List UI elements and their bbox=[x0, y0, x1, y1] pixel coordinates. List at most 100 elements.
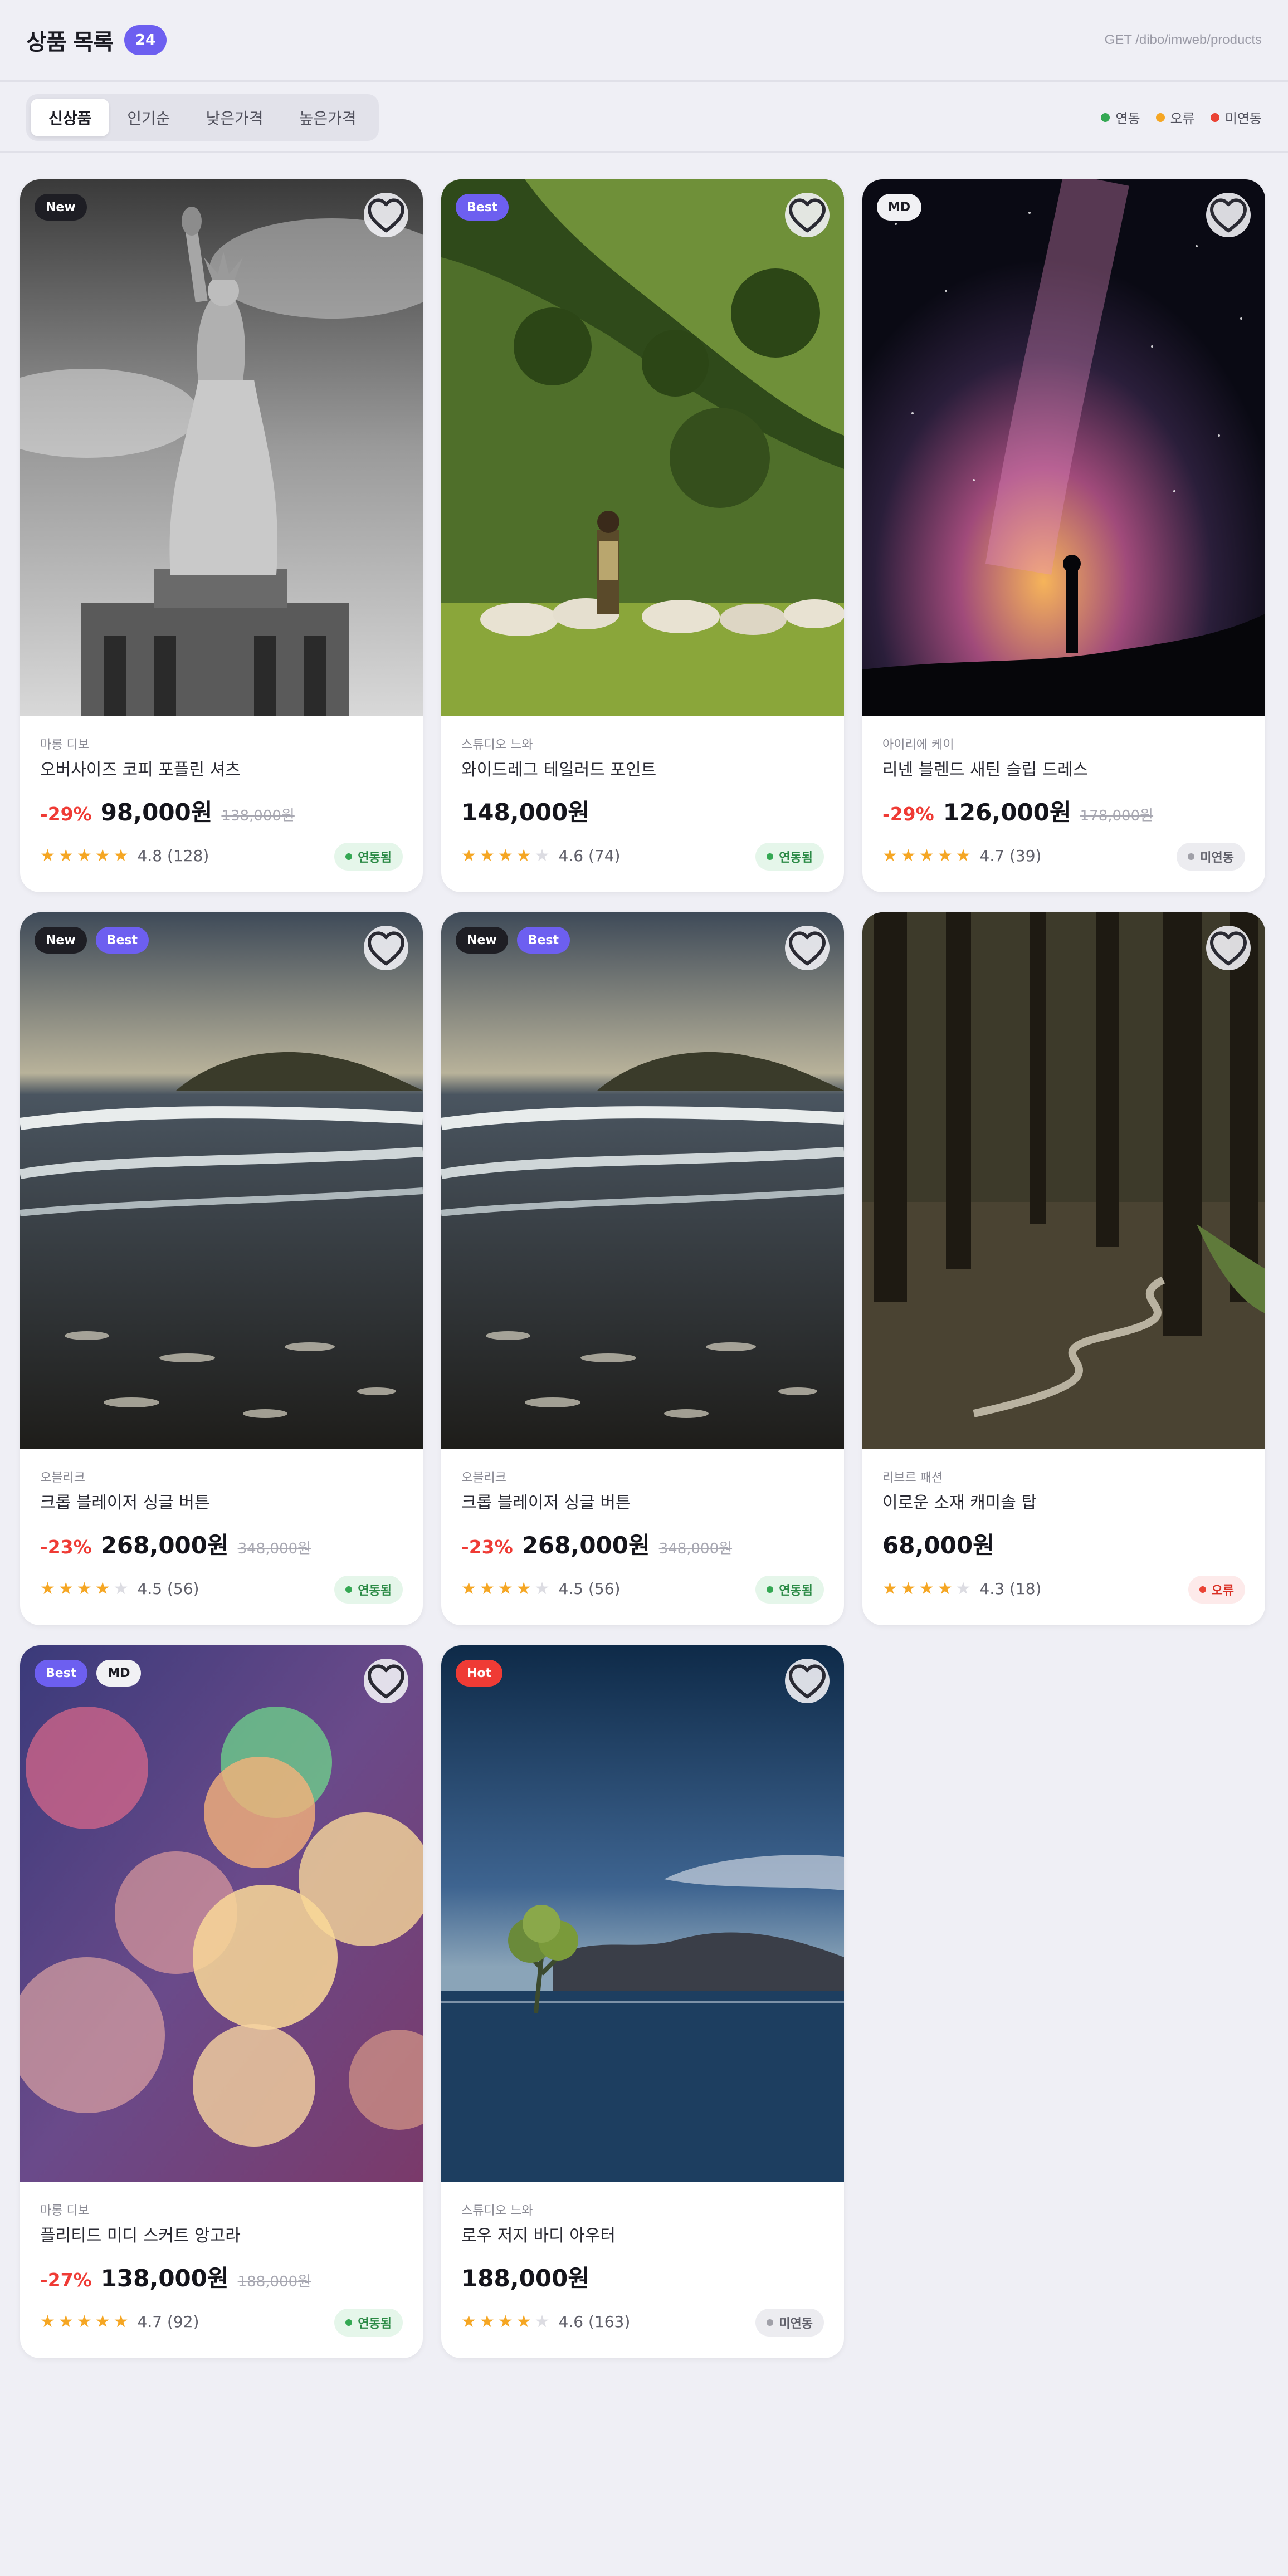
heart-icon bbox=[368, 1664, 404, 1699]
star-icon: ★ bbox=[40, 1579, 58, 1599]
wishlist-button[interactable] bbox=[364, 926, 408, 970]
wishlist-button[interactable] bbox=[364, 193, 408, 237]
star-rating-icon: ★★★★★ bbox=[461, 2312, 553, 2331]
legend-label: 오류 bbox=[1170, 111, 1195, 126]
wishlist-button[interactable] bbox=[785, 193, 830, 237]
price-row: -29% 126,000원 178,000원 bbox=[882, 794, 1153, 828]
legend-item: 오류 bbox=[1155, 107, 1195, 127]
product-card[interactable]: New 마롱 디보 오버사이즈 코피 포플린 셔츠 -29% 98,000원 138,00… bbox=[20, 179, 423, 892]
legend-dot-icon bbox=[1155, 113, 1165, 122]
star-icon: ★ bbox=[76, 846, 95, 866]
product-info: 오블리크 크롭 블레이저 싱글 버튼 -23% 268,000원 348,000원 ★★★… bbox=[461, 1449, 824, 1625]
status-dot-icon bbox=[345, 1586, 353, 1593]
wishlist-button[interactable] bbox=[1206, 193, 1251, 237]
product-badge: MD bbox=[877, 194, 922, 221]
star-icon: ★ bbox=[937, 1579, 956, 1599]
wishlist-button[interactable] bbox=[364, 1659, 408, 1703]
star-icon: ★ bbox=[919, 1579, 938, 1599]
product-card[interactable]: Hot 스튜디오 느와 로우 저지 바디 아우터 188,000원 ★★★★★ 4.6 (… bbox=[441, 1645, 844, 2358]
sync-status-badge: 미연동 bbox=[1177, 843, 1245, 871]
heart-icon bbox=[789, 931, 826, 966]
product-name[interactable]: 이로운 소재 캐미솔 탑 bbox=[882, 1489, 1037, 1513]
star-icon: ★ bbox=[58, 846, 77, 866]
product-image[interactable]: Best MD bbox=[20, 1645, 423, 2182]
original-price: 138,000원 bbox=[221, 808, 295, 824]
product-image[interactable]: New Best bbox=[441, 912, 844, 1449]
original-price: 348,000원 bbox=[658, 1541, 733, 1557]
wishlist-button[interactable] bbox=[1206, 926, 1251, 970]
product-name[interactable]: 와이드레그 테일러드 포인트 bbox=[461, 756, 656, 780]
tab-3[interactable]: 높은가격 bbox=[281, 99, 374, 136]
rating-text: 4.6 (163) bbox=[558, 2313, 631, 2331]
product-image[interactable]: New Best bbox=[20, 912, 423, 1449]
star-icon: ★ bbox=[479, 2312, 498, 2331]
product-badge: Best bbox=[516, 927, 570, 954]
sale-price: 68,000원 bbox=[882, 1532, 994, 1559]
star-icon: ★ bbox=[516, 2312, 535, 2331]
star-icon: ★ bbox=[497, 846, 516, 866]
product-image[interactable]: MD bbox=[862, 179, 1265, 716]
sync-status-badge: 연동됨 bbox=[334, 1576, 403, 1604]
star-icon: ★ bbox=[534, 846, 553, 866]
product-info: 마롱 디보 플리티드 미디 스커트 앙고라 -27% 138,000원 188,000원… bbox=[40, 2182, 403, 2358]
product-name[interactable]: 리넨 블렌드 새틴 슬립 드레스 bbox=[882, 756, 1088, 780]
sync-status-badge: 연동됨 bbox=[334, 843, 403, 871]
sync-status-label: 미연동 bbox=[1200, 851, 1234, 865]
star-icon: ★ bbox=[955, 1579, 974, 1599]
star-icon: ★ bbox=[95, 2312, 114, 2331]
product-badge: Best bbox=[95, 927, 149, 954]
rating-text: 4.6 (74) bbox=[558, 847, 621, 865]
product-name[interactable]: 플리티드 미디 스커트 앙고라 bbox=[40, 2222, 241, 2246]
wishlist-button[interactable] bbox=[785, 926, 830, 970]
product-info: 스튜디오 느와 와이드레그 테일러드 포인트 148,000원 ★★★★★ 4.6 (7… bbox=[461, 716, 824, 892]
legend-dot-icon bbox=[1210, 113, 1219, 122]
product-image[interactable]: Best bbox=[441, 179, 844, 716]
tab-1[interactable]: 인기순 bbox=[109, 99, 188, 136]
rating-row: ★★★★★ 4.7 (39) bbox=[882, 846, 1041, 866]
product-card[interactable]: Best MD 마롱 디보 플리티드 미디 스커트 앙고라 -27% 138,000원 18… bbox=[20, 1645, 423, 2358]
sale-price: 126,000원 bbox=[943, 799, 1071, 826]
badge-group: MD bbox=[877, 194, 922, 221]
product-info: 오블리크 크롭 블레이저 싱글 버튼 -23% 268,000원 348,000원 ★★★… bbox=[40, 1449, 403, 1625]
product-card[interactable]: New Best 오블리크 크롭 블레이저 싱글 버튼 -23% 268,000원 348,… bbox=[20, 912, 423, 1625]
tab-0[interactable]: 신상품 bbox=[31, 98, 110, 136]
product-image[interactable]: New bbox=[20, 179, 423, 716]
rating-text: 4.3 (18) bbox=[979, 1580, 1042, 1598]
star-rating-icon: ★★★★★ bbox=[882, 1579, 974, 1599]
product-name[interactable]: 로우 저지 바디 아우터 bbox=[461, 2222, 616, 2246]
star-icon: ★ bbox=[461, 846, 480, 866]
product-brand: 스튜디오 느와 bbox=[461, 738, 533, 752]
product-image[interactable] bbox=[862, 912, 1265, 1449]
rating-row: ★★★★★ 4.7 (92) bbox=[40, 2312, 199, 2331]
product-brand: 아이리에 케이 bbox=[882, 738, 954, 752]
status-dot-icon bbox=[345, 2319, 353, 2326]
product-name[interactable]: 오버사이즈 코피 포플린 셔츠 bbox=[40, 756, 241, 780]
product-card[interactable]: MD 아이리에 케이리넨 블렌드 새틴 슬립 드레스 -29% 126,000원 178… bbox=[862, 179, 1265, 892]
wishlist-button[interactable] bbox=[785, 1659, 830, 1703]
page-header: 상품 목록 24 GET /dibo/imweb/products bbox=[0, 0, 1288, 82]
star-rating-icon: ★★★★★ bbox=[461, 846, 553, 866]
sale-price: 188,000원 bbox=[461, 2265, 589, 2292]
tab-2[interactable]: 낮은가격 bbox=[188, 99, 281, 136]
star-icon: ★ bbox=[937, 846, 956, 866]
product-card[interactable]: 리브르 패션 이로운 소재 캐미솔 탑 68,000원 ★★★★★ 4.3 (18) 오류 bbox=[862, 912, 1265, 1625]
badge-group: New bbox=[35, 194, 87, 221]
product-card[interactable]: New Best 오블리크 크롭 블레이저 싱글 버튼 -23% 268,000원 348,… bbox=[441, 912, 844, 1625]
bokeh-icon bbox=[20, 1645, 423, 2182]
sale-price: 268,000원 bbox=[100, 1532, 229, 1559]
lake-tree-icon bbox=[441, 1645, 844, 2182]
discount-rate: -27% bbox=[40, 2269, 92, 2291]
status-dot-icon bbox=[345, 853, 353, 860]
product-card[interactable]: Best 스튜디오 느와 와이드레그 테일러드 포인트 148,000원 ★★★★★ 4.… bbox=[441, 179, 844, 892]
star-icon: ★ bbox=[900, 846, 919, 866]
product-image[interactable]: Hot bbox=[441, 1645, 844, 2182]
product-name[interactable]: 크롭 블레이저 싱글 버튼 bbox=[461, 1489, 631, 1513]
rating-text: 4.7 (39) bbox=[979, 847, 1042, 865]
star-icon: ★ bbox=[95, 846, 114, 866]
beach-icon bbox=[441, 912, 844, 1449]
product-name[interactable]: 크롭 블레이저 싱글 버튼 bbox=[40, 1489, 210, 1513]
api-endpoint-label: GET /dibo/imweb/products bbox=[1104, 32, 1262, 47]
sync-status-label: 미연동 bbox=[779, 2317, 813, 2331]
star-icon: ★ bbox=[479, 846, 498, 866]
star-rating-icon: ★★★★★ bbox=[40, 1579, 132, 1599]
